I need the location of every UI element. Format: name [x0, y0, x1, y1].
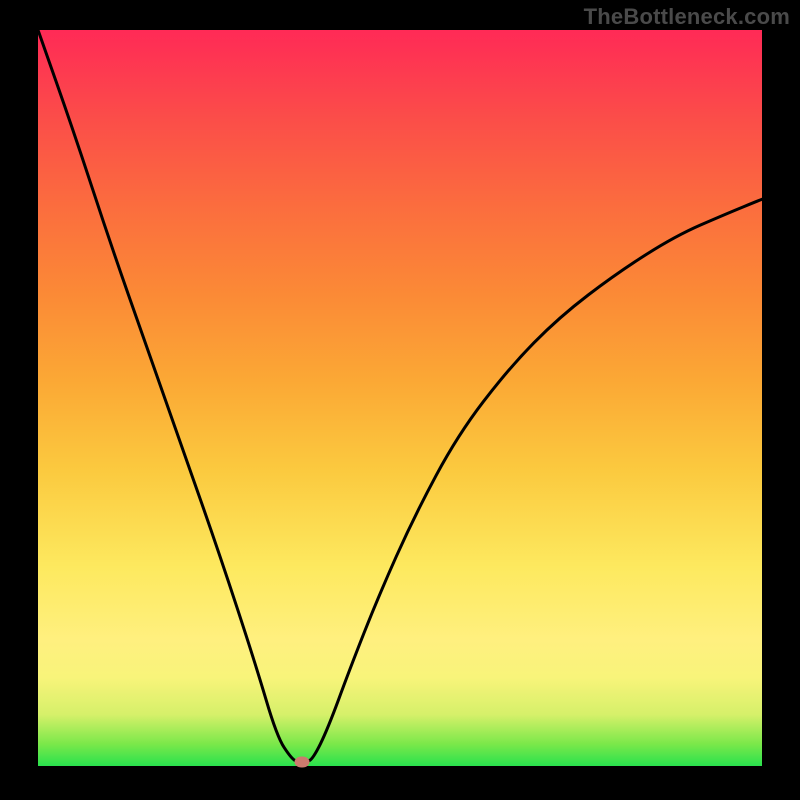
bottleneck-curve	[38, 30, 762, 766]
curve-path	[38, 30, 762, 762]
chart-frame: TheBottleneck.com	[0, 0, 800, 800]
plot-area	[38, 30, 762, 766]
watermark-text: TheBottleneck.com	[584, 4, 790, 30]
optimum-marker	[295, 757, 310, 768]
